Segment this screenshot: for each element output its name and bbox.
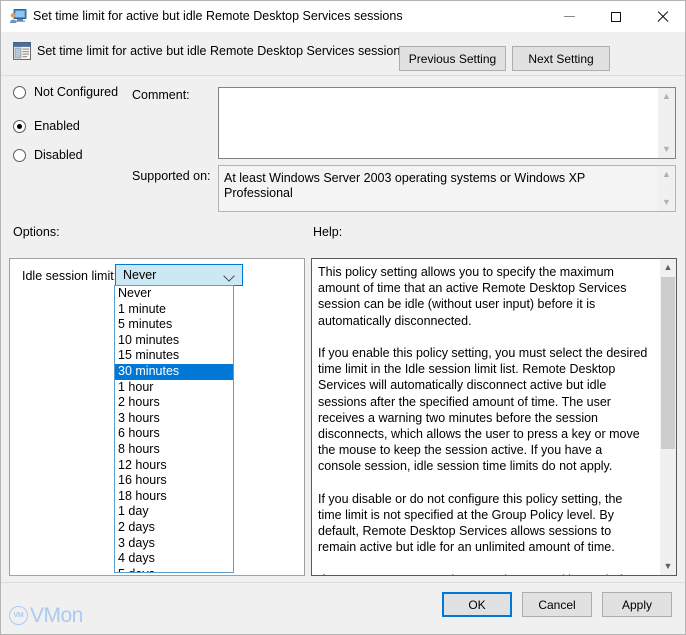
- apply-button[interactable]: Apply: [602, 592, 672, 617]
- dropdown-item[interactable]: 16 hours: [115, 473, 233, 489]
- dropdown-item[interactable]: 8 hours: [115, 442, 233, 458]
- watermark-label: VMon: [30, 605, 83, 626]
- vmon-watermark: VM VMon: [9, 605, 83, 626]
- dropdown-item[interactable]: 10 minutes: [115, 333, 233, 349]
- supported-on-value: At least Windows Server 2003 operating s…: [224, 171, 652, 201]
- chevron-up-icon[interactable]: ▲: [658, 166, 675, 183]
- next-setting-button[interactable]: Next Setting: [512, 46, 610, 71]
- window-title: Set time limit for active but idle Remot…: [33, 9, 403, 24]
- supported-on-label: Supported on:: [132, 169, 211, 183]
- chevron-up-icon[interactable]: ▲: [658, 88, 675, 105]
- dropdown-item[interactable]: 5 days: [115, 567, 233, 573]
- policy-setting-dialog: Set time limit for active but idle Remot…: [0, 0, 686, 635]
- ok-button[interactable]: OK: [442, 592, 512, 617]
- radio-disabled-label: Disabled: [34, 148, 83, 162]
- chevron-up-icon[interactable]: ▲: [660, 259, 676, 276]
- idle-session-limit-combobox[interactable]: Never: [115, 264, 243, 286]
- dropdown-item[interactable]: 6 hours: [115, 426, 233, 442]
- radio-enabled-label: Enabled: [34, 119, 80, 133]
- remote-desktop-monitor-icon: [10, 9, 27, 24]
- policy-setting-icon: [13, 42, 31, 60]
- comment-textarea[interactable]: ▲ ▼: [218, 87, 676, 159]
- dropdown-item[interactable]: 30 minutes: [115, 364, 233, 380]
- idle-session-limit-label: Idle session limit:: [22, 269, 117, 283]
- maximize-button[interactable]: [593, 1, 639, 32]
- close-button[interactable]: [639, 1, 685, 32]
- combobox-selected-value: Never: [123, 268, 156, 282]
- idle-session-limit-dropdown-list[interactable]: Never1 minute5 minutes10 minutes15 minut…: [114, 285, 234, 573]
- dropdown-item[interactable]: 15 minutes: [115, 348, 233, 364]
- title-bar: Set time limit for active but idle Remot…: [1, 1, 685, 32]
- dropdown-item[interactable]: Never: [115, 286, 233, 302]
- scrollbar-thumb[interactable]: [661, 277, 675, 449]
- options-heading: Options:: [13, 225, 60, 239]
- radio-circle-selected-icon: [13, 120, 26, 133]
- comment-label: Comment:: [132, 88, 190, 102]
- radio-disabled[interactable]: Disabled: [13, 148, 83, 162]
- radio-not-configured-label: Not Configured: [34, 85, 118, 99]
- close-icon: [656, 10, 669, 23]
- dropdown-item[interactable]: 18 hours: [115, 489, 233, 505]
- radio-not-configured[interactable]: Not Configured: [13, 85, 118, 99]
- minimize-icon: [564, 16, 575, 17]
- help-scrollbar[interactable]: ▲ ▼: [659, 259, 676, 575]
- help-text: This policy setting allows you to specif…: [318, 264, 648, 576]
- dropdown-item[interactable]: 1 day: [115, 504, 233, 520]
- dropdown-item[interactable]: 4 days: [115, 551, 233, 567]
- minimize-button[interactable]: [546, 1, 592, 32]
- chevron-down-icon: [223, 270, 234, 281]
- cancel-button[interactable]: Cancel: [522, 592, 592, 617]
- radio-circle-icon: [13, 149, 26, 162]
- dialog-footer: OK Cancel Apply VM VMon: [1, 582, 685, 634]
- previous-setting-button[interactable]: Previous Setting: [399, 46, 506, 71]
- chevron-down-icon[interactable]: ▼: [658, 141, 675, 158]
- dropdown-item[interactable]: 2 days: [115, 520, 233, 536]
- help-heading: Help:: [313, 225, 342, 239]
- radio-circle-icon: [13, 86, 26, 99]
- chevron-down-icon[interactable]: ▼: [660, 558, 676, 575]
- comment-scrollbar[interactable]: ▲ ▼: [658, 88, 675, 158]
- dropdown-item[interactable]: 3 hours: [115, 411, 233, 427]
- dropdown-item[interactable]: 3 days: [115, 536, 233, 552]
- chevron-down-icon[interactable]: ▼: [658, 194, 675, 211]
- dropdown-item[interactable]: 2 hours: [115, 395, 233, 411]
- dropdown-item[interactable]: 5 minutes: [115, 317, 233, 333]
- setting-title: Set time limit for active but idle Remot…: [37, 44, 407, 58]
- radio-enabled[interactable]: Enabled: [13, 119, 80, 133]
- supported-on-field: At least Windows Server 2003 operating s…: [218, 165, 676, 212]
- dropdown-item[interactable]: 12 hours: [115, 458, 233, 474]
- vm-badge-icon: VM: [9, 606, 28, 625]
- supported-on-scrollbar[interactable]: ▲ ▼: [658, 166, 675, 211]
- dropdown-item[interactable]: 1 hour: [115, 380, 233, 396]
- maximize-icon: [611, 12, 621, 22]
- help-pane: This policy setting allows you to specif…: [311, 258, 677, 576]
- dropdown-item[interactable]: 1 minute: [115, 302, 233, 318]
